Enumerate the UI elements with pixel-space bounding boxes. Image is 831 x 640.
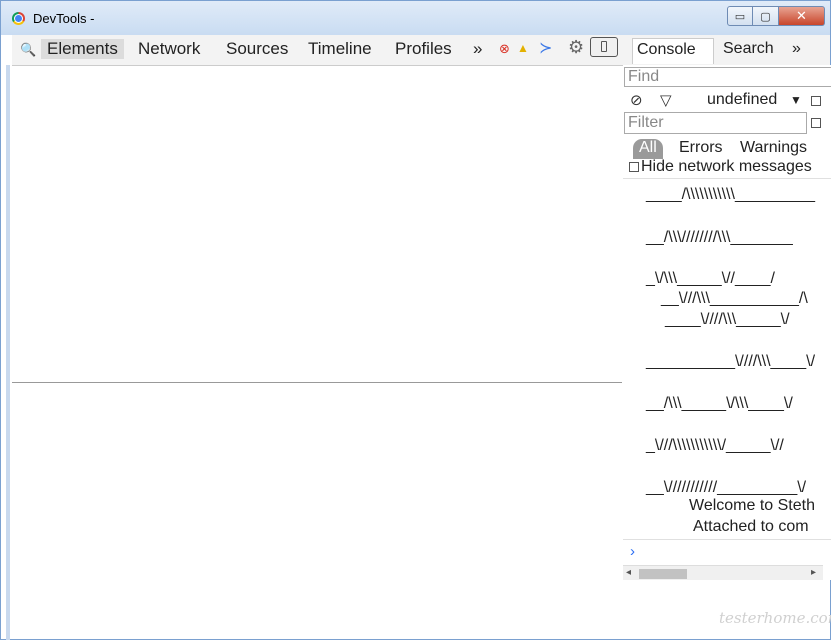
horizontal-scrollbar[interactable]: ◂ ▸ xyxy=(623,565,823,580)
left-frame xyxy=(1,65,12,640)
clear-console-icon[interactable]: ⊘ xyxy=(630,91,643,109)
hide-network-label: Hide network messages xyxy=(641,158,812,175)
tab-elements[interactable]: Elements xyxy=(41,39,124,59)
context-select[interactable]: undefined xyxy=(707,91,777,109)
window-title: DevTools - xyxy=(33,11,95,26)
error-icon[interactable]: ⊗ xyxy=(499,41,510,57)
maximize-button[interactable]: ▢ xyxy=(753,6,779,26)
hide-network-checkbox[interactable] xyxy=(629,161,639,172)
tab-timeline[interactable]: Timeline xyxy=(308,39,372,59)
devtools-window: DevTools - ▭ ▢ ✕ 🔍 Elements Network Sour… xyxy=(0,0,831,640)
tab-search[interactable]: Search xyxy=(719,38,778,64)
search-icon[interactable]: 🔍 xyxy=(20,42,36,58)
chevron-down-icon[interactable]: ▼ xyxy=(790,93,802,107)
console-message: _\///\\\\\\\\\\\/_____\// xyxy=(646,437,784,454)
watermark: testerhome.com xyxy=(719,609,831,627)
panel-splitter[interactable] xyxy=(12,382,622,383)
scroll-right-icon[interactable]: ▸ xyxy=(811,567,816,578)
prompt-divider xyxy=(623,539,831,540)
window-controls: ▭ ▢ ✕ xyxy=(727,6,825,26)
devtools-toolbar: 🔍 Elements Network Sources Timeline Prof… xyxy=(12,35,830,66)
console-message: __\///////////_________\/ xyxy=(646,479,807,496)
left-frame-strip xyxy=(6,65,10,640)
device-mode-icon[interactable] xyxy=(590,37,618,57)
console-message: __________\////\\\____\/ xyxy=(646,353,816,370)
console-divider xyxy=(623,178,831,179)
level-errors[interactable]: Errors xyxy=(679,139,723,157)
find-input[interactable]: Find xyxy=(624,67,831,87)
minimize-button[interactable]: ▭ xyxy=(727,6,753,26)
console-message: ____/\\\\\\\\\\\_________ xyxy=(646,186,816,203)
drawer-more-icon[interactable]: » xyxy=(788,38,805,64)
console-message: __/\\\////////\\\_______ xyxy=(646,229,793,246)
warning-icon[interactable]: ▲ xyxy=(517,41,529,55)
console-message: __/\\\_____\/\\\____\/ xyxy=(646,395,793,412)
scroll-left-icon[interactable]: ◂ xyxy=(626,567,631,578)
level-warnings[interactable]: Warnings xyxy=(740,139,807,157)
regex-checkbox[interactable] xyxy=(811,118,821,128)
console-message: __\///\\\__________/\ xyxy=(661,290,808,307)
preserve-log-checkbox[interactable] xyxy=(811,96,821,106)
console-message: ____\////\\\_____\/ xyxy=(665,311,790,328)
title-bar: DevTools - ▭ ▢ ✕ xyxy=(1,1,830,35)
console-panel: Find ⊘ ▽ undefined ▼ Filter All Errors W… xyxy=(623,65,831,580)
close-button[interactable]: ✕ xyxy=(779,6,825,26)
hide-network-option[interactable]: Hide network messages xyxy=(629,158,812,176)
console-message: Welcome to Steth xyxy=(689,497,815,514)
console-message: _\/\\\_____\//____/ xyxy=(646,270,775,287)
log-level-filters: All Errors Warnings xyxy=(623,137,831,159)
tab-sources[interactable]: Sources xyxy=(226,39,288,59)
filter-input[interactable]: Filter xyxy=(624,112,807,134)
console-prompt-icon[interactable]: › xyxy=(630,543,635,560)
more-tabs-icon[interactable]: » xyxy=(473,39,482,59)
tab-profiles[interactable]: Profiles xyxy=(395,39,452,59)
console-filter-row: ⊘ ▽ undefined ▼ xyxy=(623,90,831,112)
console-message: Attached to com xyxy=(693,518,809,535)
level-all[interactable]: All xyxy=(633,139,663,159)
console-drawer-icon[interactable]: ≻ xyxy=(539,38,552,58)
filter-icon[interactable]: ▽ xyxy=(660,91,672,109)
tab-console[interactable]: Console xyxy=(632,38,714,64)
chrome-logo-icon xyxy=(12,12,25,25)
scrollbar-thumb[interactable] xyxy=(639,569,687,579)
tab-network[interactable]: Network xyxy=(138,39,200,59)
gear-icon[interactable]: ⚙ xyxy=(568,37,584,58)
